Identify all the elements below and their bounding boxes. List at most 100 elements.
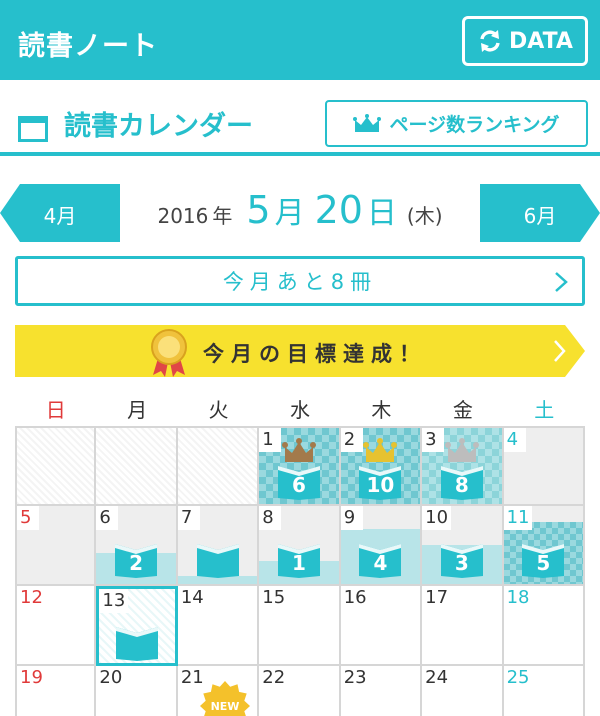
calendar-day[interactable]: 62 xyxy=(96,506,178,586)
day-number: 1 xyxy=(259,428,282,452)
day-number: 3 xyxy=(422,428,445,452)
day-number: 5 xyxy=(17,506,39,530)
weekday-header: 日 月 火 水 木 金 土 xyxy=(15,394,585,424)
books-read-count: 4 xyxy=(373,551,388,575)
books-read-count: 1 xyxy=(292,551,306,575)
day-number: 24 xyxy=(425,667,449,688)
calendar-day[interactable]: 2 10 xyxy=(340,426,423,506)
day-number: 17 xyxy=(425,587,449,608)
data-button[interactable]: DATA xyxy=(462,16,588,66)
calendar-day[interactable]: 21 NEW xyxy=(177,666,260,716)
day-number: 25 xyxy=(506,667,530,688)
weekday-sun: 日 xyxy=(45,398,66,422)
calendar-title: 読書カレンダー xyxy=(64,111,253,142)
day-number: 11 xyxy=(503,506,533,530)
calendar-day[interactable]: 16 xyxy=(259,426,341,506)
date-day-suffix: 日 xyxy=(366,196,397,231)
calendar-empty-cell xyxy=(15,426,97,506)
weekday-fri: 金 xyxy=(452,398,473,422)
next-month-label: 6月 xyxy=(523,204,557,228)
date-month-suffix: 月 xyxy=(274,196,305,231)
day-number: 20 xyxy=(99,667,123,688)
day-number: 10 xyxy=(422,506,452,530)
calendar-day[interactable]: 7 xyxy=(177,506,260,586)
remaining-books-label: 今月あと8冊 xyxy=(222,270,378,294)
day-number: 16 xyxy=(343,587,367,608)
sync-icon xyxy=(480,30,500,52)
calendar-day[interactable]: 24 xyxy=(422,666,504,716)
new-badge-label: NEW xyxy=(210,700,239,713)
calendar-day[interactable]: 10 3 xyxy=(422,506,504,586)
weekday-thu: 木 xyxy=(371,398,392,422)
crown-bronze-icon xyxy=(281,438,316,462)
calendar-day[interactable]: 20 xyxy=(96,666,178,716)
date-month: 5 xyxy=(246,188,271,232)
books-read-count: 5 xyxy=(536,551,551,575)
day-number: 8 xyxy=(259,506,282,530)
weekday-sat: 土 xyxy=(534,398,555,422)
calendar-day[interactable]: 18 xyxy=(503,586,585,666)
day-number: 2 xyxy=(340,428,363,452)
weekday-mon: 月 xyxy=(127,398,148,422)
calendar-day[interactable]: 38 xyxy=(422,426,504,506)
calendar-icon xyxy=(18,116,48,142)
book-icon xyxy=(116,627,159,661)
calendar-day[interactable]: 14 xyxy=(177,586,260,666)
date-weekday: (木) xyxy=(406,204,443,228)
calendar-day[interactable]: 19 xyxy=(15,666,97,716)
calendar-day[interactable]: 5 xyxy=(15,506,97,586)
day-number: 15 xyxy=(262,587,286,608)
day-number: 7 xyxy=(177,506,200,530)
crown-silver-icon xyxy=(444,438,479,462)
chevron-right-icon xyxy=(555,272,568,292)
day-number: 12 xyxy=(20,587,43,608)
medal-icon xyxy=(151,329,187,377)
page-ranking-button[interactable]: ページ数ランキング xyxy=(325,100,588,147)
current-date: 2016 年 5 月 20 日 (木) xyxy=(120,188,480,244)
goal-achieved-label: 今月の目標達成！ xyxy=(203,342,427,366)
data-button-label: DATA xyxy=(509,28,573,54)
prev-month-button[interactable]: 4月 xyxy=(0,184,120,242)
calendar-day[interactable]: 25 xyxy=(503,666,585,716)
calendar-day[interactable]: 23 xyxy=(340,666,423,716)
books-read-count: 3 xyxy=(454,551,469,575)
date-year: 2016 xyxy=(157,204,209,228)
goal-achieved-banner[interactable]: 今月の目標達成！ xyxy=(15,325,585,377)
calendar-day[interactable]: 12 xyxy=(15,586,97,666)
calendar-day[interactable]: 94 xyxy=(340,506,423,586)
crown-icon xyxy=(353,113,382,132)
books-read-count: 8 xyxy=(454,473,469,497)
book-icon xyxy=(196,544,239,578)
calendar-day[interactable]: 15 xyxy=(259,586,341,666)
weekday-wed: 水 xyxy=(289,398,310,422)
new-badge-icon: NEW xyxy=(199,681,250,716)
prev-month-label: 4月 xyxy=(43,204,77,228)
day-number: 23 xyxy=(343,667,367,688)
day-number: 6 xyxy=(96,506,119,530)
calendar-day[interactable]: 16 xyxy=(340,586,423,666)
calendar-day[interactable]: 11 5 xyxy=(503,506,585,586)
day-number: 4 xyxy=(503,428,526,452)
books-read-count: 6 xyxy=(292,473,306,497)
day-number: 19 xyxy=(20,667,43,688)
day-number: 14 xyxy=(180,587,204,608)
app-header: 読書ノート DATA xyxy=(0,0,600,80)
calendar-day[interactable]: 4 xyxy=(503,426,585,506)
next-month-button[interactable]: 6月 xyxy=(480,184,600,242)
day-number: 13 xyxy=(99,589,129,613)
calendar-day[interactable]: 17 xyxy=(422,586,504,666)
calendar-day[interactable]: 13 xyxy=(96,586,178,666)
calendar-day[interactable]: 22 xyxy=(259,666,341,716)
calendar-empty-cell xyxy=(177,426,260,506)
calendar-subheader: 読書カレンダー ページ数ランキング xyxy=(0,80,600,156)
calendar-day[interactable]: 81 xyxy=(259,506,341,586)
date-year-suffix: 年 xyxy=(212,204,233,228)
page-ranking-label: ページ数ランキング xyxy=(389,114,560,136)
calendar-grid: 1 6 2 10 3 8 4 5 6 2 7 8 1 9 4 10 3 11 5 12 13 14 15 16 17 18 19 20… xyxy=(15,426,585,716)
calendar-empty-cell xyxy=(96,426,178,506)
day-number: 18 xyxy=(506,587,530,608)
day-number: 22 xyxy=(262,667,286,688)
day-number: 9 xyxy=(340,506,363,530)
remaining-books-bar[interactable]: 今月あと8冊 xyxy=(15,256,585,306)
weekday-tue: 火 xyxy=(208,398,229,422)
